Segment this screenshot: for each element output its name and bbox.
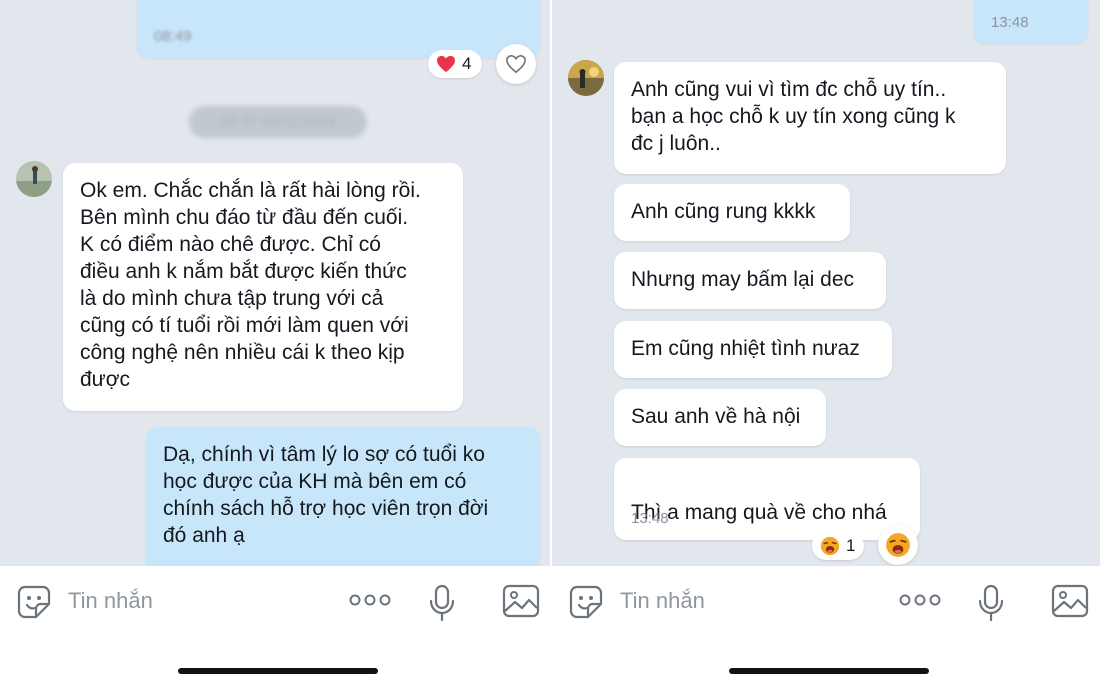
contact-avatar[interactable] — [16, 161, 52, 197]
more-options-icon[interactable] — [899, 593, 941, 607]
reaction-summary[interactable]: 1 — [812, 532, 864, 560]
message-input-placeholder[interactable]: Tin nhắn — [620, 588, 705, 614]
incoming-message-bubble[interactable]: Thì a mang quà về cho nhá 13:48 — [614, 458, 920, 540]
react-button[interactable] — [878, 525, 918, 565]
laughing-crying-emoji-icon — [820, 536, 840, 556]
image-icon[interactable] — [502, 584, 540, 618]
incoming-message-bubble[interactable]: Ok em. Chắc chắn là rất hài lòng rồi. Bê… — [63, 163, 463, 411]
outgoing-message-bubble[interactable]: Dạ, chính vì tâm lý lo sợ có tuổi ko học… — [146, 427, 540, 566]
message-time: 13:48 — [991, 14, 1029, 31]
avatar-photo — [16, 161, 52, 197]
home-indicator[interactable] — [729, 668, 929, 674]
chat-screen-right: 13:48 Anh cũng vui vì tìm đc chỗ uy tín.… — [552, 0, 1100, 688]
outgoing-message-bubble[interactable]: 13:48 — [974, 0, 1088, 44]
contact-avatar[interactable] — [568, 60, 604, 96]
avatar-photo — [568, 60, 604, 96]
reaction-summary[interactable]: 4 — [428, 50, 482, 78]
incoming-message-bubble[interactable]: Anh cũng vui vì tìm đc chỗ uy tín.. bạn … — [614, 62, 1006, 174]
sticker-icon[interactable] — [16, 584, 52, 620]
message-time: 13:48 — [631, 510, 669, 527]
microphone-icon[interactable] — [428, 584, 456, 622]
sticker-icon[interactable] — [568, 584, 604, 620]
message-time: 08:49 — [154, 28, 192, 45]
message-input-placeholder[interactable]: Tin nhắn — [68, 588, 153, 614]
incoming-message-bubble[interactable]: Nhưng may bấm lại dec — [614, 252, 886, 309]
incoming-message-bubble[interactable]: Sau anh về hà nội — [614, 389, 826, 446]
message-input-bar: Tin nhắn — [0, 566, 550, 638]
home-indicator[interactable] — [178, 668, 378, 674]
message-input-bar: Tin nhắn — [552, 566, 1100, 638]
heart-outline-icon — [506, 54, 526, 74]
incoming-message-bubble[interactable]: Anh cũng rung kkkk — [614, 184, 850, 241]
reaction-count: 4 — [462, 54, 472, 73]
message-text: Thì a mang quà về cho nhá — [631, 501, 887, 524]
image-icon[interactable] — [1051, 584, 1089, 618]
reaction-count: 1 — [846, 536, 856, 555]
message-list[interactable]: 08:49 4 09:37 05/11/2024 Ok em. Chắc chắ… — [0, 0, 550, 566]
message-list[interactable]: 13:48 Anh cũng vui vì tìm đc chỗ uy tín.… — [552, 0, 1100, 566]
chat-screen-left: 08:49 4 09:37 05/11/2024 Ok em. Chắc chắ… — [0, 0, 550, 688]
incoming-message-bubble[interactable]: Em cũng nhiệt tình nưaz — [614, 321, 892, 378]
laughing-crying-emoji-icon — [886, 533, 910, 557]
microphone-icon[interactable] — [977, 584, 1005, 622]
more-options-icon[interactable] — [349, 593, 391, 607]
heart-icon — [437, 55, 455, 73]
date-separator: 09:37 05/11/2024 — [189, 106, 367, 138]
outgoing-message-bubble[interactable]: 08:49 — [137, 0, 540, 58]
react-button[interactable] — [496, 44, 536, 84]
